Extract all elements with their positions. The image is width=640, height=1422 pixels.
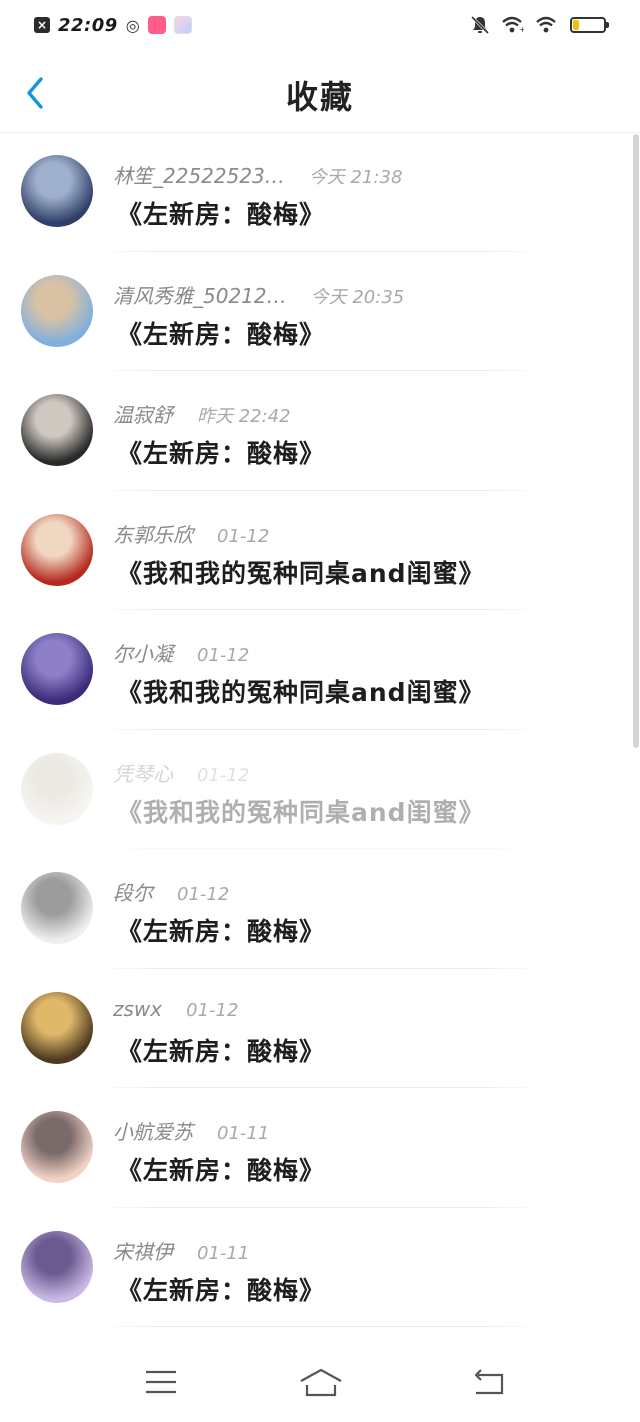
- user-name[interactable]: 林笙_22522523…: [113, 160, 285, 189]
- wifi-icon: [536, 16, 556, 33]
- status-bar-right: +: [470, 13, 609, 37]
- favorite-title[interactable]: 《左新房：酸梅》: [117, 1032, 325, 1068]
- list-item[interactable]: 段尔 01-12 《左新房：酸梅》: [0, 849, 640, 969]
- item-meta: 尔小凝 01-12: [113, 638, 249, 667]
- favorite-title[interactable]: 《左新房：酸梅》: [117, 315, 325, 351]
- timestamp: 01-11: [197, 1242, 250, 1264]
- battery-level: [573, 20, 580, 30]
- back-nav-button[interactable]: [469, 1366, 509, 1398]
- list-item[interactable]: 东郭乐欣 01-12 《我和我的冤种同桌and闺蜜》: [0, 491, 640, 610]
- avatar[interactable]: [21, 394, 93, 466]
- menu-icon: [146, 1370, 176, 1394]
- close-notification-icon: ×: [34, 17, 50, 33]
- divider: [100, 1326, 540, 1327]
- avatar[interactable]: [21, 513, 93, 586]
- user-name[interactable]: 小航爱苏: [113, 1116, 193, 1145]
- status-time: 22:09: [58, 14, 118, 36]
- user-name[interactable]: 清风秀雅_50212…: [113, 280, 287, 309]
- favorite-title[interactable]: 《我和我的冤种同桌and闺蜜》: [117, 673, 485, 709]
- timestamp: 今天 21:38: [308, 167, 403, 188]
- home-button[interactable]: [298, 1366, 344, 1398]
- list-item[interactable]: 尔小凝 01-12 《我和我的冤种同桌and闺蜜》: [0, 610, 640, 730]
- item-meta: 小航爱苏 01-11: [113, 1116, 269, 1145]
- status-bar: × 22:09 ◎ +: [0, 0, 640, 50]
- avatar[interactable]: [21, 991, 93, 1064]
- header: 收藏: [0, 50, 640, 132]
- avatar[interactable]: [21, 872, 93, 944]
- favorite-title[interactable]: 《我和我的冤种同桌and闺蜜》: [117, 793, 485, 829]
- back-arrow-icon: [474, 1369, 504, 1395]
- avatar[interactable]: [21, 1230, 93, 1303]
- avatar[interactable]: [21, 633, 93, 705]
- list-item[interactable]: 林笙_22522523… 今天 21:38 《左新房：酸梅》: [0, 132, 640, 252]
- avatar[interactable]: [21, 752, 93, 825]
- timestamp: 01-12: [186, 999, 239, 1021]
- user-name[interactable]: 温寂舒: [113, 399, 173, 428]
- battery-icon: [570, 17, 609, 33]
- avatar[interactable]: [21, 155, 93, 227]
- app-icon-1: [147, 16, 166, 34]
- timestamp: 今天 20:35: [310, 286, 405, 308]
- list-item[interactable]: 宋祺伊 01-11 《左新房：酸梅》: [0, 1208, 640, 1327]
- item-meta: 宋祺伊 01-11: [113, 1236, 249, 1265]
- item-meta: 温寂舒 昨天 22:42: [113, 399, 291, 428]
- page-title: 收藏: [285, 78, 354, 116]
- item-meta: 凭琴心 01-12: [113, 758, 249, 787]
- user-name[interactable]: 宋祺伊: [113, 1236, 173, 1265]
- favorite-title[interactable]: 《左新房：酸梅》: [117, 912, 325, 948]
- weibo-icon: ◎: [125, 15, 140, 35]
- item-meta: 东郭乐欣 01-12: [113, 519, 269, 548]
- user-name[interactable]: 凭琴心: [113, 758, 173, 787]
- timestamp: 01-12: [197, 645, 250, 666]
- favorite-title[interactable]: 《左新房：酸梅》: [117, 1151, 325, 1187]
- favorite-title[interactable]: 《左新房：酸梅》: [117, 434, 325, 470]
- item-meta: 林笙_22522523… 今天 21:38: [113, 160, 402, 189]
- svg-text:+: +: [519, 25, 524, 34]
- list-item[interactable]: 温寂舒 昨天 22:42 《左新房：酸梅》: [0, 371, 640, 491]
- status-bar-left: × 22:09 ◎: [34, 12, 192, 38]
- item-meta: zswx 01-12: [113, 997, 238, 1021]
- list-item[interactable]: 小航爱苏 01-11 《左新房：酸梅》: [0, 1088, 640, 1208]
- app-icon-2: [173, 16, 192, 34]
- navigation-bar: [0, 1330, 640, 1422]
- timestamp: 01-12: [197, 764, 250, 786]
- home-icon: [300, 1368, 342, 1397]
- scrollbar[interactable]: [633, 134, 639, 748]
- avatar[interactable]: [21, 1111, 93, 1183]
- favorite-title[interactable]: 《左新房：酸梅》: [117, 1271, 325, 1307]
- timestamp: 昨天 22:42: [197, 406, 291, 427]
- wifi-calling-icon: +: [502, 16, 524, 34]
- user-name[interactable]: 段尔: [113, 877, 153, 906]
- favorites-list[interactable]: 林笙_22522523… 今天 21:38 《左新房：酸梅》 清风秀雅_50212… 今…: [0, 132, 640, 1330]
- item-meta: 段尔 01-12: [113, 877, 229, 906]
- favorite-title[interactable]: 《左新房：酸梅》: [117, 195, 325, 231]
- timestamp: 01-12: [217, 525, 270, 547]
- list-item[interactable]: zswx 01-12 《左新房：酸梅》: [0, 969, 640, 1088]
- mute-bell-icon: [470, 15, 490, 35]
- item-meta: 清风秀雅_50212… 今天 20:35: [113, 280, 404, 309]
- list-item[interactable]: 清风秀雅_50212… 今天 20:35 《左新房：酸梅》: [0, 252, 640, 371]
- timestamp: 01-12: [177, 884, 230, 905]
- user-name[interactable]: 东郭乐欣: [113, 519, 193, 548]
- avatar[interactable]: [21, 274, 93, 347]
- list-item[interactable]: 凭琴心 01-12 《我和我的冤种同桌and闺蜜》: [0, 730, 640, 849]
- timestamp: 01-11: [217, 1123, 270, 1144]
- user-name[interactable]: zswx: [113, 997, 162, 1021]
- menu-button[interactable]: [141, 1366, 181, 1398]
- favorite-title[interactable]: 《我和我的冤种同桌and闺蜜》: [117, 554, 485, 590]
- user-name[interactable]: 尔小凝: [113, 638, 173, 667]
